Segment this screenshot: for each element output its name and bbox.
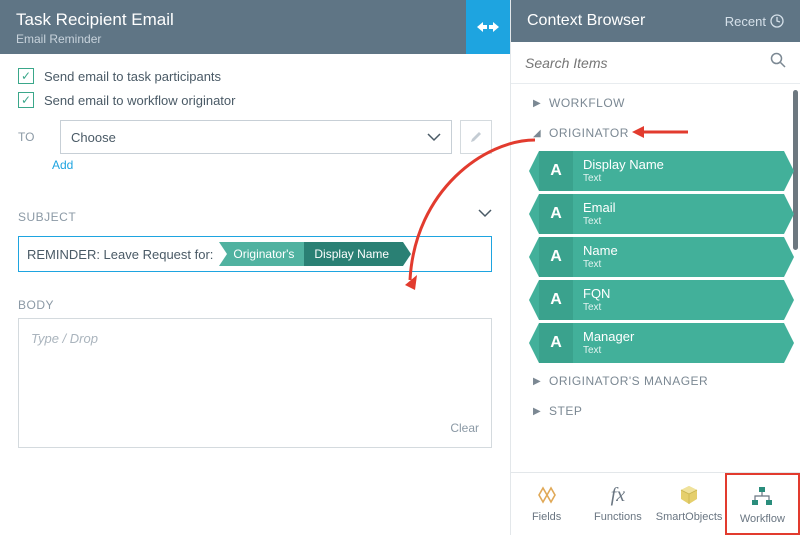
text-type-icon: A [539,323,573,363]
check-icon: ✓ [18,92,34,108]
check-icon: ✓ [18,68,34,84]
checkbox-participants[interactable]: ✓ Send email to task participants [18,68,492,84]
field-manager[interactable]: AManagerText [539,323,784,363]
caret-right-icon: ▶ [533,98,541,109]
search-icon[interactable] [770,52,786,73]
checkbox-originator[interactable]: ✓ Send email to workflow originator [18,92,492,108]
workflow-icon [750,485,774,509]
smartobjects-icon [678,483,700,507]
chevron-down-icon [427,130,441,145]
field-fqn[interactable]: AFQNText [539,280,784,320]
tab-functions[interactable]: fx Functions [582,473,653,535]
text-type-icon: A [539,237,573,277]
body-editor[interactable]: Type / Drop Clear [18,318,492,448]
body-placeholder: Type / Drop [31,331,479,346]
field-name[interactable]: ANameText [539,237,784,277]
text-type-icon: A [539,194,573,234]
to-dropdown[interactable]: Choose [60,120,452,154]
tree-node-workflow[interactable]: ▶WORKFLOW [515,88,790,118]
pencil-icon [469,130,483,144]
caret-down-icon: ◢ [533,128,541,139]
toggle-context-button[interactable] [466,0,510,54]
checkbox-label: Send email to workflow originator [44,93,235,108]
fields-icon [535,483,559,507]
recent-link[interactable]: Recent [725,14,784,29]
text-type-icon: A [539,151,573,191]
body-clear[interactable]: Clear [31,421,479,435]
search-input[interactable] [525,55,734,71]
subject-token-displayname[interactable]: Display Name [304,242,403,266]
subject-token-originator[interactable]: Originator's [219,242,304,266]
context-title: Context Browser [527,12,645,30]
edit-to-button[interactable] [460,120,492,154]
clock-icon [770,14,784,28]
caret-right-icon: ▶ [533,406,541,417]
field-email[interactable]: AEmailText [539,194,784,234]
to-label: TO [18,130,52,144]
functions-icon: fx [611,483,625,507]
tree-node-step[interactable]: ▶STEP [515,396,790,426]
field-display-name[interactable]: ADisplay NameText [539,151,784,191]
tab-fields[interactable]: Fields [511,473,582,535]
tree-node-originator[interactable]: ◢ORIGINATOR [515,118,790,148]
tree-node-orig-manager[interactable]: ▶ORIGINATOR'S MANAGER [515,366,790,396]
subject-input[interactable]: REMINDER: Leave Request for: Originator'… [18,236,492,272]
dropdown-value: Choose [71,130,116,145]
arrows-icon [477,20,499,34]
panel-title: Task Recipient Email [16,10,174,30]
search-row [511,42,800,84]
subject-label: SUBJECT [18,210,76,224]
context-header: Context Browser Recent [511,0,800,42]
body-label: BODY [18,298,492,312]
context-tree: ▶WORKFLOW ◢ORIGINATOR ADisplay NameText … [511,84,800,472]
tab-workflow[interactable]: Workflow [725,473,800,535]
checkbox-label: Send email to task participants [44,69,221,84]
text-type-icon: A [539,280,573,320]
panel-subtitle: Email Reminder [16,32,174,46]
add-to-link[interactable]: Add [52,158,73,172]
subject-text: REMINDER: Leave Request for: [27,247,213,262]
caret-right-icon: ▶ [533,376,541,387]
tab-smartobjects[interactable]: SmartObjects [654,473,725,535]
panel-header: Task Recipient Email Email Reminder [0,0,466,54]
chevron-down-icon[interactable] [478,206,492,221]
